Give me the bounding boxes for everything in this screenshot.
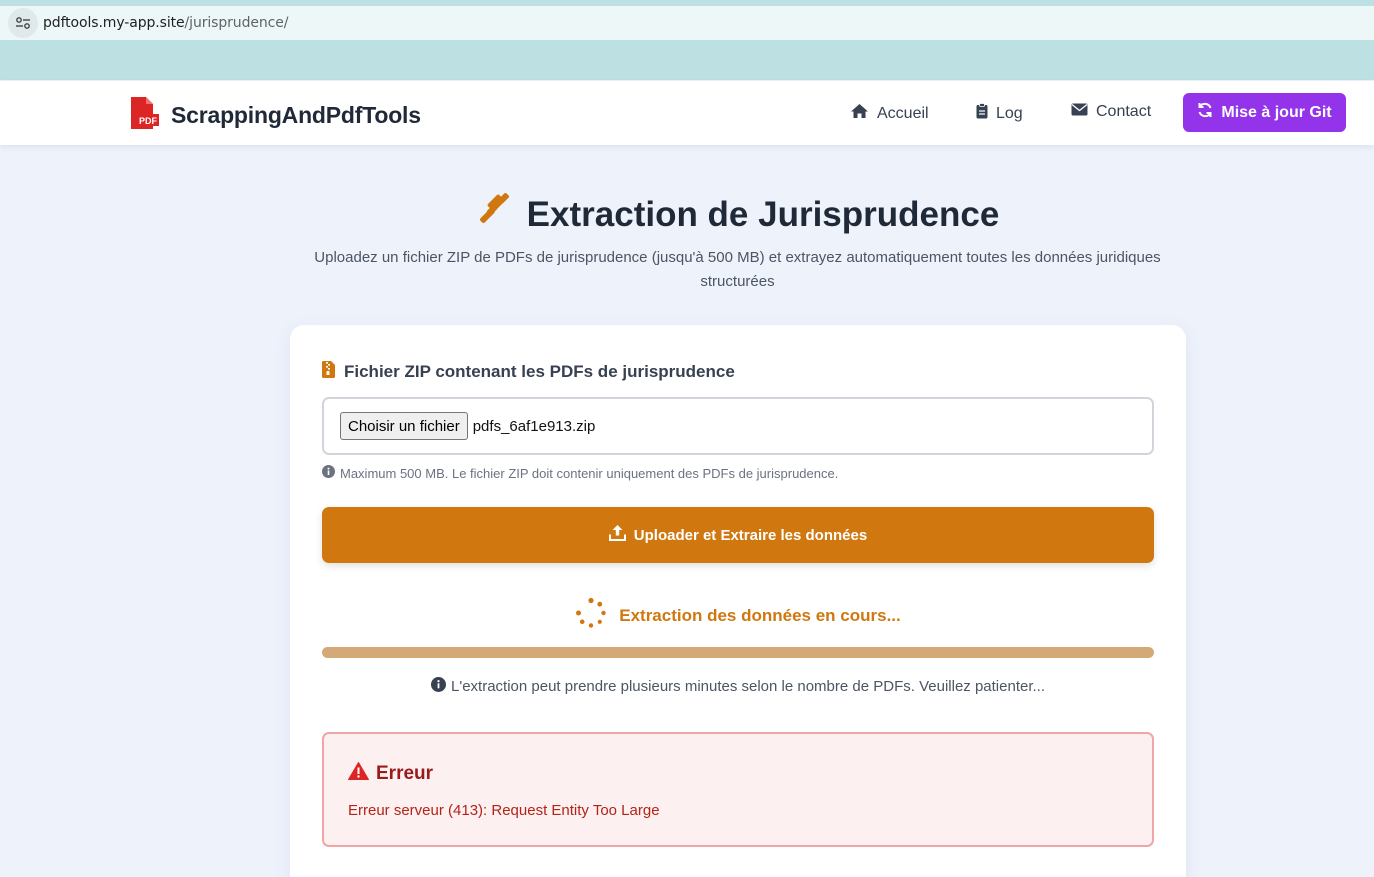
upload-icon: [608, 525, 634, 545]
envelope-icon: [1071, 103, 1096, 121]
nav-link-log[interactable]: Log: [976, 103, 1023, 124]
info-icon: [430, 677, 451, 696]
choose-file-button[interactable]: Choisir un fichier: [340, 412, 468, 440]
upload-card: Fichier ZIP contenant les PDFs de jurisp…: [290, 325, 1186, 877]
file-size-hint: Maximum 500 MB. Le fichier ZIP doit cont…: [322, 465, 838, 481]
clipboard-icon: [976, 103, 996, 124]
progress-bar: [322, 647, 1154, 658]
loading-status: Extraction des données en cours...: [290, 597, 1186, 634]
brand[interactable]: PDF ScrappingAndPdfTools: [129, 97, 421, 134]
git-update-button[interactable]: Mise à jour Git: [1183, 93, 1346, 132]
spinner-icon: [575, 597, 619, 634]
git-update-label: Mise à jour Git: [1221, 103, 1332, 121]
loading-text: Extraction des données en cours...: [619, 605, 901, 625]
address-bar[interactable]: pdftools.my-app.site/jurisprudence/: [0, 6, 1374, 40]
nav-link-label: Contact: [1096, 103, 1152, 120]
nav-link-label: Log: [996, 104, 1023, 122]
site-info-icon[interactable]: [8, 8, 38, 38]
sync-icon: [1197, 102, 1221, 123]
page-subtitle: Uploadez un fichier ZIP de PDFs de juris…: [314, 249, 1161, 290]
home-icon: [850, 103, 877, 124]
brand-name: ScrappingAndPdfTools: [171, 102, 421, 128]
url-text[interactable]: pdftools.my-app.site/jurisprudence/: [43, 15, 288, 31]
error-message: Erreur serveur (413): Request Entity Too…: [348, 802, 660, 819]
svg-text:PDF: PDF: [139, 116, 158, 126]
zip-file-input[interactable]: Choisir un fichier pdfs_6af1e913.zip: [322, 397, 1154, 455]
nav-link-accueil[interactable]: Accueil: [850, 103, 929, 124]
upload-extract-button[interactable]: Uploader et Extraire les données: [322, 507, 1154, 563]
error-alert: Erreur Erreur serveur (413): Request Ent…: [322, 732, 1154, 847]
zip-field-label: Fichier ZIP contenant les PDFs de jurisp…: [322, 361, 735, 383]
browser-toolbar: pdftools.my-app.site/jurisprudence/: [0, 0, 1374, 80]
extraction-note: L'extraction peut prendre plusieurs minu…: [290, 677, 1186, 696]
info-icon: [322, 465, 340, 481]
warning-icon: [348, 762, 376, 786]
page-title-text: Extraction de Jurisprudence: [526, 194, 1000, 234]
file-zip-icon: [322, 361, 344, 383]
page-title: Extraction de Jurisprudence: [0, 192, 1374, 236]
error-title: Erreur: [348, 762, 433, 786]
nav-link-label: Accueil: [877, 104, 929, 122]
nav-link-contact[interactable]: Contact: [1071, 103, 1151, 121]
progress-fill: [322, 647, 1154, 658]
pdf-file-icon: PDF: [129, 97, 159, 134]
gavel-icon: [477, 192, 527, 236]
selected-file-name: pdfs_6af1e913.zip: [472, 417, 596, 435]
top-navbar: PDF ScrappingAndPdfTools Accueil Log Con…: [0, 81, 1374, 145]
